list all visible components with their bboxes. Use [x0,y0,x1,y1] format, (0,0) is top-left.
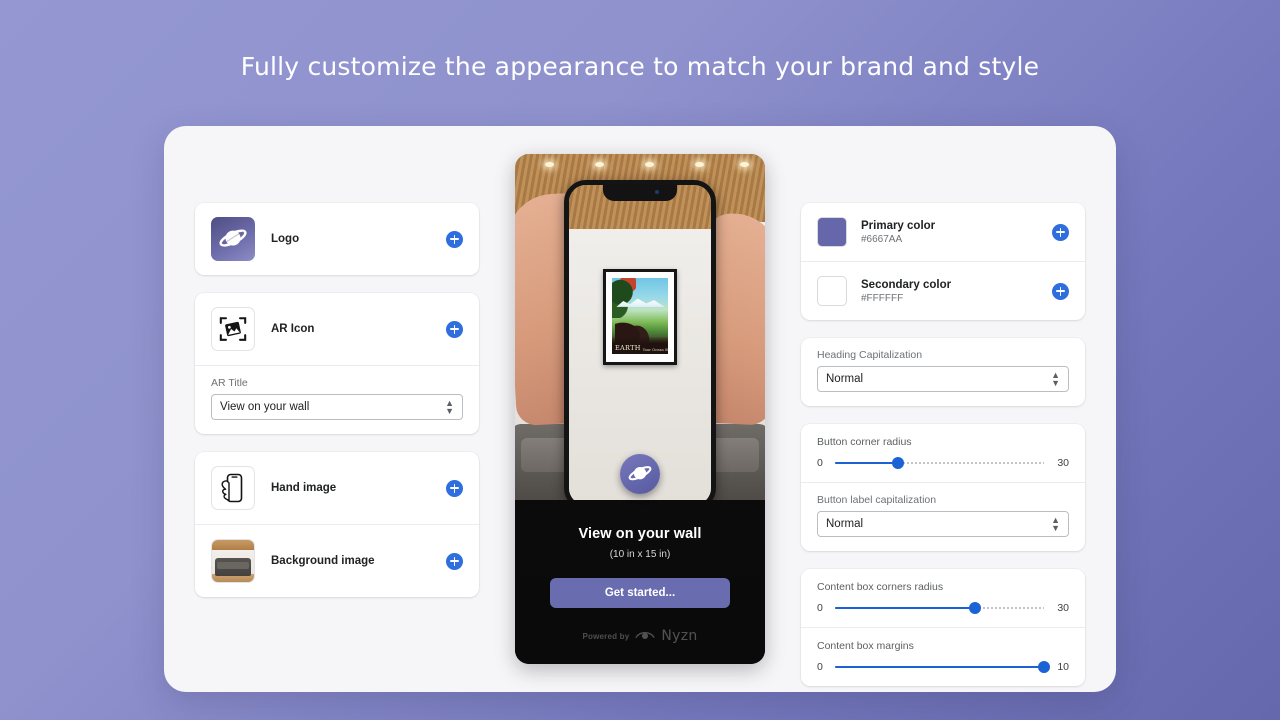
heading-capitalization-value: Normal [826,373,864,385]
chevron-updown-icon: ▲ ▼ [445,398,454,416]
left-settings-column: Logo AR Icon AR Title View on your wall … [195,203,479,692]
ar-scan-image-icon [211,307,255,351]
background-image-row[interactable]: Background image [195,524,479,597]
add-background-image-button[interactable] [446,552,463,570]
edit-secondary-color-button[interactable] [1052,282,1069,300]
poster-artwork: EARTH Your Ocean Story [612,278,668,354]
content-box-settings-card: Content box corners radius 0 30 Content … [801,569,1085,686]
button-label-capitalization-label: Button label capitalization [817,494,937,506]
eye-logo-icon [635,632,656,639]
button-corner-radius-slider[interactable] [835,457,1044,469]
ceiling-lights [515,162,765,170]
heading-capitalization-select[interactable]: Normal ▲ ▼ [817,366,1069,392]
hand-image-row[interactable]: Hand image [195,452,479,524]
content-box-margins-slider[interactable] [835,661,1050,673]
primary-color-hex: #6667AA [861,233,903,245]
room-background-thumbnail [211,539,255,583]
content-box-margins-label: Content box margins [817,640,914,652]
ar-title-label: AR Title [211,377,248,389]
heading-capitalization-field: Heading Capitalization Normal ▲ ▼ [801,338,1085,406]
add-hand-image-button[interactable] [446,479,463,497]
ar-preview-title: View on your wall [578,526,702,542]
logo-row[interactable]: Logo [195,203,479,275]
button-label-capitalization-field: Button label capitalization Normal ▲ ▼ [801,482,1085,551]
primary-color-row[interactable]: Primary color #6667AA [801,203,1085,261]
ar-title-field: AR Title View on your wall ▲ ▼ [195,365,479,434]
primary-color-swatch[interactable] [817,217,847,247]
content-box-corners-radius-label: Content box corners radius [817,581,944,593]
content-box-margins-min: 0 [817,661,823,673]
secondary-color-row[interactable]: Secondary color #FFFFFF [801,261,1085,320]
button-label-capitalization-value: Normal [826,518,864,530]
chevron-updown-icon: ▲ ▼ [1051,370,1060,388]
saturn-planet-icon [628,466,652,481]
ar-icon-label: AR Icon [271,323,315,335]
content-box-corners-radius-block: Content box corners radius 0 30 [801,569,1085,627]
ar-content-box: View on your wall (10 in x 15 in) Get st… [515,500,765,664]
edit-primary-color-button[interactable] [1052,223,1069,241]
content-box-corners-radius-slider[interactable] [835,602,1044,614]
content-box-margins-block: Content box margins 0 10 [801,627,1085,686]
button-label-capitalization-select[interactable]: Normal ▲ ▼ [817,511,1069,537]
powered-by-brand: Nyzn [661,628,698,644]
device-notch [603,185,677,201]
customizer-panel: Logo AR Icon AR Title View on your wall … [164,126,1116,692]
ar-icon-card: AR Icon AR Title View on your wall ▲ ▼ [195,293,479,434]
framed-poster: EARTH Your Ocean Story [603,269,677,365]
add-logo-button[interactable] [446,230,463,248]
logo-label: Logo [271,233,300,245]
secondary-color-name: Secondary color [861,278,952,291]
ar-title-select[interactable]: View on your wall ▲ ▼ [211,394,463,420]
content-box-corners-radius-min: 0 [817,602,823,614]
secondary-color-hex: #FFFFFF [861,292,904,304]
content-box-margins-max: 10 [1057,661,1069,673]
ar-preview-size: (10 in x 15 in) [609,549,671,560]
ar-icon-row[interactable]: AR Icon [195,293,479,365]
phone-preview: EARTH Your Ocean Story [515,154,765,664]
page-headline: Fully customize the appearance to match … [240,52,1040,81]
heading-capitalization-label: Heading Capitalization [817,349,923,361]
button-corner-radius-max: 30 [1057,457,1069,469]
primary-color-name: Primary color [861,219,936,232]
content-box-corners-radius-max: 30 [1057,602,1069,614]
powered-by-label: Powered by [582,631,630,641]
hand-image-label: Hand image [271,482,337,494]
media-images-card: Hand image Background image [195,452,479,597]
saturn-planet-icon [211,217,255,261]
hand-holding-phone-icon [211,466,255,510]
button-settings-card: Button corner radius 0 30 Button label c… [801,424,1085,551]
background-image-label: Background image [271,555,375,567]
poster-subtitle: Your Ocean Story [642,347,668,352]
add-ar-icon-button[interactable] [446,320,463,338]
powered-by: Powered by Nyzn [515,629,765,643]
button-corner-radius-min: 0 [817,457,823,469]
get-started-button[interactable]: Get started... [550,578,730,608]
phone-preview-column: EARTH Your Ocean Story [515,154,765,692]
colors-card: Primary color #6667AA Secondary color #F… [801,203,1085,320]
button-corner-radius-block: Button corner radius 0 30 [801,424,1085,482]
secondary-color-swatch[interactable] [817,276,847,306]
ar-title-value: View on your wall [220,401,310,413]
logo-card: Logo [195,203,479,275]
right-settings-column: Primary color #6667AA Secondary color #F… [801,203,1085,692]
heading-capitalization-card: Heading Capitalization Normal ▲ ▼ [801,338,1085,406]
poster-title: EARTH [615,344,641,352]
chevron-updown-icon: ▲ ▼ [1051,515,1060,533]
button-corner-radius-label: Button corner radius [817,436,912,448]
ar-launch-button[interactable] [620,454,660,494]
